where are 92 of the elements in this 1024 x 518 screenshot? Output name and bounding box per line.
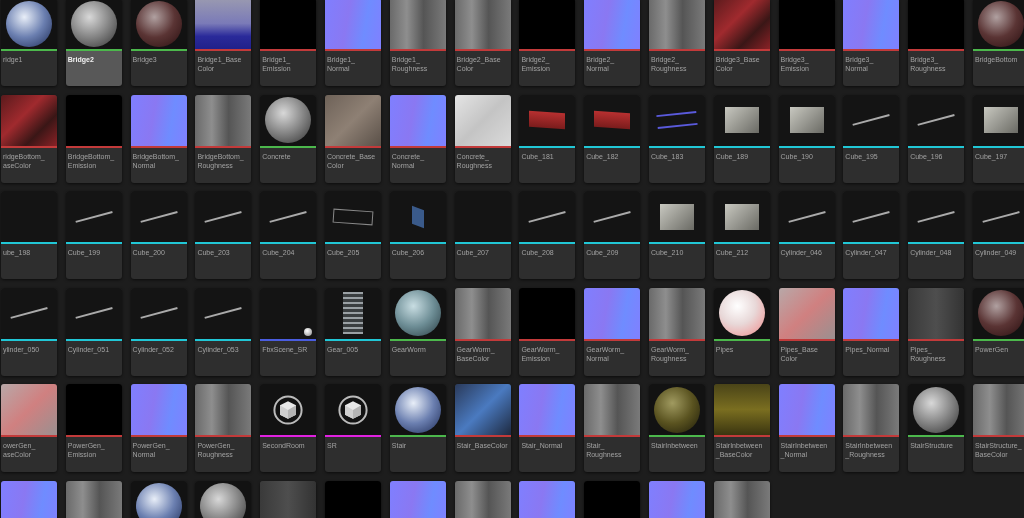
material-sphere-preview xyxy=(389,384,446,435)
texture-preview xyxy=(454,384,511,435)
mesh-preview xyxy=(713,191,770,242)
texture-preview xyxy=(1,480,57,518)
material-sphere-preview xyxy=(195,480,252,518)
texture-preview xyxy=(778,384,835,435)
mesh-preview xyxy=(648,94,705,146)
texture-preview xyxy=(843,287,900,339)
texture-preview xyxy=(584,480,641,518)
mesh-preview xyxy=(648,191,705,242)
texture-preview xyxy=(843,384,900,435)
texture-preview xyxy=(260,480,317,518)
texture-preview xyxy=(648,480,705,518)
texture-preview xyxy=(519,287,576,339)
texture-preview xyxy=(1,94,57,146)
texture-preview xyxy=(65,384,122,435)
mesh-preview xyxy=(195,191,252,242)
mesh-preview xyxy=(1,191,57,242)
material-sphere-preview xyxy=(65,0,122,49)
texture-preview xyxy=(843,0,900,49)
texture-preview xyxy=(130,94,187,146)
texture-preview xyxy=(519,384,576,435)
scene-preview xyxy=(260,287,317,339)
material-sphere-preview xyxy=(389,287,446,339)
texture-preview xyxy=(325,480,381,518)
mesh-preview xyxy=(519,94,576,146)
mesh-preview xyxy=(65,191,122,242)
texture-preview xyxy=(454,0,511,49)
mesh-preview xyxy=(778,94,835,146)
texture-preview xyxy=(65,480,122,518)
texture-preview xyxy=(778,287,835,339)
texture-preview xyxy=(195,384,252,435)
material-sphere-preview xyxy=(1,0,57,49)
texture-preview xyxy=(519,0,576,49)
texture-preview xyxy=(519,480,576,518)
texture-preview xyxy=(908,0,965,49)
mesh-preview xyxy=(843,94,900,146)
material-sphere-preview xyxy=(130,0,187,49)
texture-preview xyxy=(972,384,1024,435)
texture-preview xyxy=(454,287,511,339)
texture-preview xyxy=(1,384,57,435)
texture-preview xyxy=(584,0,641,49)
texture-preview xyxy=(778,0,835,49)
mesh-preview xyxy=(908,191,965,242)
texture-preview xyxy=(584,287,641,339)
texture-preview xyxy=(713,0,770,49)
texture-preview xyxy=(65,94,122,146)
material-sphere-preview xyxy=(648,384,705,435)
mesh-preview xyxy=(972,191,1024,242)
mesh-preview xyxy=(65,287,122,339)
mesh-preview xyxy=(130,191,187,242)
cube-icon xyxy=(272,393,305,426)
material-sphere-preview xyxy=(713,287,770,339)
material-sphere-preview xyxy=(908,384,965,435)
mesh-preview xyxy=(778,191,835,242)
material-sphere-preview xyxy=(130,480,187,518)
texture-preview xyxy=(584,384,641,435)
mesh-preview xyxy=(584,94,641,146)
mesh-preview xyxy=(454,191,511,242)
texture-preview xyxy=(713,384,770,435)
texture-preview xyxy=(389,94,446,146)
texture-preview xyxy=(908,287,965,339)
mesh-preview xyxy=(519,191,576,242)
cube-icon xyxy=(337,393,369,426)
texture-preview xyxy=(713,480,770,518)
mesh-preview xyxy=(130,287,187,339)
mesh-preview xyxy=(325,287,381,339)
texture-preview xyxy=(389,0,446,49)
texture-preview xyxy=(195,94,252,146)
material-sphere-preview xyxy=(972,0,1024,49)
texture-preview xyxy=(130,384,187,435)
mesh-preview xyxy=(1,287,57,339)
material-sphere-preview xyxy=(260,94,317,146)
texture-preview xyxy=(648,287,705,339)
mesh-preview xyxy=(260,191,317,242)
mesh-preview xyxy=(713,94,770,146)
mesh-preview xyxy=(972,94,1024,146)
texture-preview xyxy=(260,0,317,49)
mesh-preview xyxy=(843,191,900,242)
material-sphere-preview xyxy=(972,287,1024,339)
mesh-preview xyxy=(584,191,641,242)
texture-preview xyxy=(389,480,446,518)
texture-preview xyxy=(454,480,511,518)
texture-preview xyxy=(454,94,511,146)
texture-preview xyxy=(195,0,252,49)
mesh-preview xyxy=(325,191,381,242)
mesh-preview xyxy=(389,191,446,242)
texture-preview xyxy=(648,0,705,49)
texture-preview xyxy=(325,0,381,49)
texture-preview xyxy=(325,94,381,146)
mesh-preview xyxy=(195,287,252,339)
mesh-preview xyxy=(908,94,965,146)
